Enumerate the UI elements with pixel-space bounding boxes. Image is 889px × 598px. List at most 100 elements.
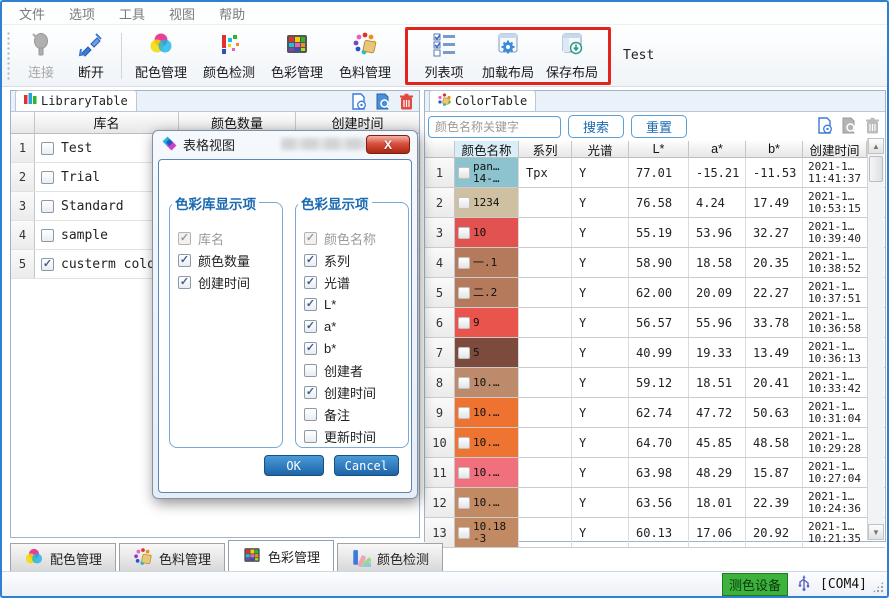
color-row-checkbox[interactable] [458, 197, 470, 209]
checkbox[interactable] [304, 364, 317, 377]
color-row[interactable]: 7 5 Y 40.99 19.33 13.49 2021-1… 10:36:13 [425, 338, 885, 368]
search-button[interactable]: 搜索 [568, 115, 624, 138]
color-row-checkbox[interactable] [458, 527, 470, 539]
reset-button[interactable]: 重置 [631, 115, 687, 138]
menu-item[interactable]: 选项 [60, 2, 104, 25]
color-row[interactable]: 4 一.1 Y 58.90 18.58 20.35 2021-1… 10:38:… [425, 248, 885, 278]
checkbox[interactable] [304, 254, 317, 267]
checkbox[interactable] [178, 232, 191, 245]
scroll-up-button[interactable]: ▲ [868, 138, 884, 154]
checkbox[interactable] [178, 254, 191, 267]
color-row-checkbox[interactable] [458, 287, 470, 299]
library-row-checkbox[interactable] [41, 258, 54, 271]
resize-grip[interactable] [872, 581, 884, 593]
color-row[interactable]: 12 10.… Y 63.56 18.01 22.39 2021-1… 10:2… [425, 488, 885, 518]
dialog-checkbox-item[interactable]: a* [304, 315, 408, 337]
checkbox[interactable] [304, 386, 317, 399]
library-row-checkbox[interactable] [41, 142, 54, 155]
dialog-checkbox-item[interactable]: 创建时间 [178, 271, 282, 293]
add-color-icon[interactable] [816, 117, 833, 137]
color-row-checkbox[interactable] [458, 497, 470, 509]
col-b[interactable]: b* [746, 141, 803, 158]
checkbox[interactable] [304, 232, 317, 245]
colorant-manage-button[interactable]: 色料管理 [331, 29, 399, 83]
dialog-checkbox-item[interactable]: 创建时间 [304, 381, 408, 403]
dialog-checkbox-item[interactable]: 光谱 [304, 271, 408, 293]
color-row[interactable]: 10 10.… Y 64.70 45.85 48.58 2021-1… 10:2… [425, 428, 885, 458]
checkbox[interactable] [304, 298, 317, 311]
color-row[interactable]: 8 10.… Y 59.12 18.51 20.41 2021-1… 10:33… [425, 368, 885, 398]
color-row[interactable]: 11 10.… Y 63.98 48.29 15.87 2021-1… 10:2… [425, 458, 885, 488]
dialog-checkbox-item[interactable]: 备注 [304, 403, 408, 425]
scroll-down-button[interactable]: ▼ [868, 524, 884, 540]
menu-item[interactable]: 工具 [110, 2, 154, 25]
color-row-checkbox[interactable] [458, 227, 470, 239]
color-row-checkbox[interactable] [458, 317, 470, 329]
library-row-checkbox[interactable] [41, 171, 54, 184]
vertical-scrollbar[interactable]: ▲ ▼ [867, 138, 884, 540]
color-row[interactable]: 3 10 Y 55.19 53.96 32.27 2021-1… 10:39:4… [425, 218, 885, 248]
tab-color-manage[interactable]: 色彩管理 [228, 540, 334, 573]
color-row-checkbox[interactable] [458, 167, 470, 179]
col-series[interactable]: 系列 [519, 141, 572, 158]
menu-item[interactable]: 视图 [160, 2, 204, 25]
add-library-icon[interactable] [350, 93, 367, 113]
col-L[interactable]: L* [629, 141, 689, 158]
dialog-close-button[interactable]: X [366, 135, 410, 154]
color-row[interactable]: 13 10.18 -3 Y 60.13 17.06 20.92 2021-1… … [425, 518, 885, 548]
tab-color-table[interactable]: ColorTable [429, 90, 536, 111]
scroll-thumb[interactable] [869, 156, 883, 182]
dialog-titlebar[interactable]: 表格视图 X [153, 131, 417, 158]
dialog-checkbox-item[interactable]: L* [304, 293, 408, 315]
menu-item[interactable]: 文件 [10, 2, 54, 25]
delete-library-icon[interactable] [398, 93, 415, 113]
color-row[interactable]: 1 pan… 14-… Tpx Y 77.01 -15.21 -11.53 20… [425, 158, 885, 188]
checkbox[interactable] [304, 320, 317, 333]
library-row-checkbox[interactable] [41, 229, 54, 242]
dialog-checkbox-item[interactable]: 颜色数量 [178, 249, 282, 271]
dialog-checkbox-item[interactable]: 库名 [178, 227, 282, 249]
list-items-button[interactable]: 列表项 [412, 29, 476, 83]
color-row-checkbox[interactable] [458, 467, 470, 479]
dialog-checkbox-item[interactable]: 更新时间 [304, 425, 408, 447]
checkbox[interactable] [304, 408, 317, 421]
color-match-manage-button[interactable]: 配色管理 [127, 29, 195, 83]
dialog-checkbox-item[interactable]: 颜色名称 [304, 227, 408, 249]
color-row-checkbox[interactable] [458, 347, 470, 359]
menu-item[interactable]: 帮助 [210, 2, 254, 25]
load-layout-button[interactable]: 加载布局 [476, 29, 540, 83]
color-row[interactable]: 6 9 Y 56.57 55.96 33.78 2021-1… 10:36:58 [425, 308, 885, 338]
dialog-checkbox-item[interactable]: 系列 [304, 249, 408, 271]
tab-colorant-manage[interactable]: 色料管理 [119, 543, 225, 573]
color-row[interactable]: 2 1234 Y 76.58 4.24 17.49 2021-1… 10:53:… [425, 188, 885, 218]
checkbox[interactable] [304, 276, 317, 289]
color-row-checkbox[interactable] [458, 257, 470, 269]
color-row-checkbox[interactable] [458, 377, 470, 389]
checkbox[interactable] [304, 342, 317, 355]
dialog-checkbox-item[interactable]: 创建者 [304, 359, 408, 381]
library-row-checkbox[interactable] [41, 200, 54, 213]
disconnect-button[interactable]: 断开 [66, 29, 116, 83]
dialog-checkbox-item[interactable]: b* [304, 337, 408, 359]
col-a[interactable]: a* [689, 141, 746, 158]
color-row[interactable]: 5 二.2 Y 62.00 20.09 22.27 2021-1… 10:37:… [425, 278, 885, 308]
ok-button[interactable]: OK [264, 455, 324, 476]
cancel-button[interactable]: Cancel [334, 455, 399, 476]
view-library-icon[interactable] [374, 93, 391, 113]
tab-color-matching[interactable]: 配色管理 [10, 543, 116, 573]
color-row-checkbox[interactable] [458, 437, 470, 449]
col-created[interactable]: 创建时间 [803, 141, 867, 158]
color-row-checkbox[interactable] [458, 407, 470, 419]
toolbar-grip[interactable] [6, 31, 12, 81]
color-detect-button[interactable]: 颜色检测 [195, 29, 263, 83]
save-layout-button[interactable]: 保存布局 [540, 29, 604, 83]
color-row[interactable]: 9 10.… Y 62.74 47.72 50.63 2021-1… 10:31… [425, 398, 885, 428]
col-color-name[interactable]: 颜色名称 [455, 141, 519, 158]
checkbox[interactable] [178, 276, 191, 289]
tab-color-detect[interactable]: 颜色检测 [337, 543, 443, 573]
color-manage-button[interactable]: 色彩管理 [263, 29, 331, 83]
search-input[interactable] [428, 116, 561, 138]
col-spectrum[interactable]: 光谱 [572, 141, 629, 158]
tab-library-table[interactable]: LibraryTable [15, 90, 137, 111]
checkbox[interactable] [304, 430, 317, 443]
